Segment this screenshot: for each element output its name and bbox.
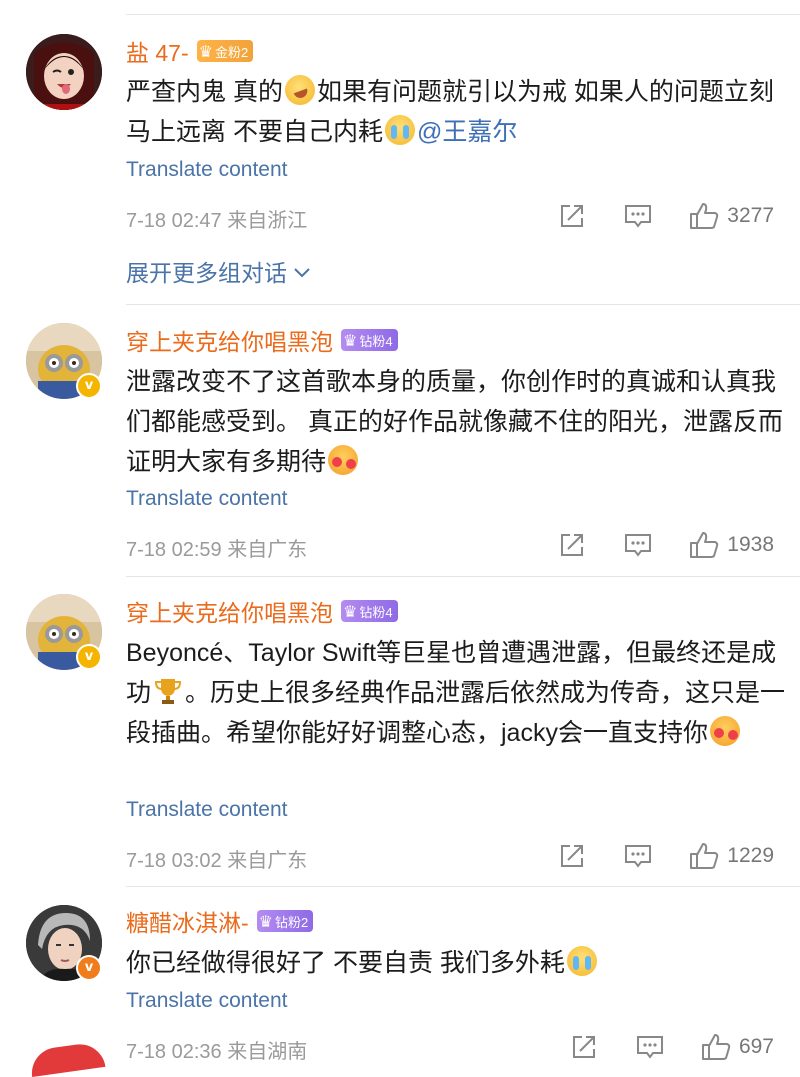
- fan-badge-label: 钻粉2: [275, 914, 309, 930]
- comment-actions: 1229: [557, 839, 774, 873]
- thumbs-up-icon[interactable]: [701, 1032, 731, 1062]
- username[interactable]: 穿上夹克给你唱黑泡: [126, 323, 333, 357]
- comment-actions: 697: [569, 1030, 774, 1064]
- divider: [126, 576, 800, 577]
- username[interactable]: 穿上夹克给你唱黑泡: [126, 594, 333, 628]
- kiss-emoji-icon: [328, 445, 359, 475]
- fan-badge-label: 金粉2: [214, 44, 249, 60]
- next-avatar-fragment: [28, 1040, 106, 1077]
- trophy-emoji-icon: [153, 676, 183, 706]
- fan-badge-label: 钻粉4: [359, 604, 393, 620]
- username[interactable]: 糖醋冰淇淋-: [126, 904, 249, 938]
- share-icon[interactable]: [557, 841, 587, 871]
- comment-text-part: 你已经做得很好了 不要自责 我们多外耗: [126, 949, 565, 977]
- comment-text-part: 。历史上很多经典作品泄露后依然成为传奇，这只是一段插曲。希望你能好好调整心态，j…: [126, 679, 786, 747]
- like-count: 3277: [727, 204, 774, 227]
- expand-replies-link[interactable]: 展开更多组对话: [126, 254, 311, 288]
- laugh-cry-emoji-icon: [280, 70, 320, 110]
- divider: [126, 304, 800, 305]
- crown-icon: ♛: [343, 601, 358, 621]
- comment-header: 糖醋冰淇淋- ♛ 钻粉2: [126, 904, 314, 938]
- verified-icon: v: [76, 373, 102, 399]
- comment-actions: 3277: [557, 199, 774, 233]
- like-count: 697: [738, 1035, 774, 1058]
- verified-icon: v: [76, 955, 102, 981]
- mention-link[interactable]: @王嘉尔: [417, 118, 517, 146]
- cry-emoji-icon: [384, 115, 415, 145]
- fan-badge[interactable]: ♛ 金粉2: [196, 40, 254, 62]
- share-icon[interactable]: [557, 201, 587, 231]
- comment-meta: 7-18 03:02 来自广东: [126, 850, 308, 872]
- verified-icon: v: [76, 644, 102, 670]
- cry-emoji-icon: [566, 946, 597, 976]
- comment-actions: 1938: [557, 528, 774, 562]
- fan-badge[interactable]: ♛ 钻粉4: [341, 329, 398, 351]
- crown-icon: ♛: [343, 330, 358, 350]
- comment-header: 盐 47- ♛ 金粉2: [126, 34, 254, 68]
- divider: [126, 14, 800, 15]
- thumbs-up-icon[interactable]: [689, 530, 719, 560]
- kiss-emoji-icon: [709, 716, 740, 746]
- comment-icon[interactable]: [623, 201, 653, 231]
- like-count: 1229: [727, 844, 774, 867]
- fan-badge[interactable]: ♛ 钻粉2: [256, 910, 314, 932]
- thumbs-up-icon[interactable]: [689, 201, 719, 231]
- translate-link[interactable]: Translate content: [126, 158, 287, 182]
- share-icon[interactable]: [569, 1032, 599, 1062]
- comment-text: 严查内鬼 真的 如果有问题就引以为戒 如果人的问题立刻马上远离 不要自己内耗 @王嘉…: [126, 70, 786, 152]
- comment-text-part: 泄露改变不了这首歌本身的质量，你创作时的真诚和认真我们都能感受到。 真正的好作品…: [126, 368, 783, 476]
- comment-icon[interactable]: [623, 530, 653, 560]
- divider: [126, 886, 800, 887]
- avatar[interactable]: [26, 34, 102, 110]
- chevron-down-icon: [293, 258, 311, 285]
- translate-link[interactable]: Translate content: [126, 989, 287, 1013]
- comment-meta: 7-18 02:59 来自广东: [126, 539, 308, 561]
- comment-text: 泄露改变不了这首歌本身的质量，你创作时的真诚和认真我们都能感受到。 真正的好作品…: [126, 362, 786, 482]
- avatar[interactable]: v: [26, 594, 102, 670]
- translate-link[interactable]: Translate content: [126, 798, 287, 822]
- comment-text-part: 严查内鬼 真的: [126, 78, 283, 106]
- expand-replies-label: 展开更多组对话: [126, 260, 287, 286]
- comment-header: 穿上夹克给你唱黑泡 ♛ 钻粉4: [126, 596, 398, 626]
- comment-icon[interactable]: [623, 841, 653, 871]
- username[interactable]: 盐 47-: [126, 34, 189, 68]
- thumbs-up-icon[interactable]: [689, 841, 719, 871]
- fan-badge[interactable]: ♛ 钻粉4: [341, 600, 398, 622]
- comment-text: 你已经做得很好了 不要自责 我们多外耗: [126, 943, 786, 983]
- comment-header: 穿上夹克给你唱黑泡 ♛ 钻粉4: [126, 325, 398, 355]
- comment-icon[interactable]: [635, 1032, 665, 1062]
- crown-icon: ♛: [198, 41, 213, 61]
- crown-icon: ♛: [258, 911, 274, 931]
- avatar[interactable]: v: [26, 905, 102, 981]
- fan-badge-label: 钻粉4: [359, 333, 393, 349]
- translate-link[interactable]: Translate content: [126, 487, 287, 511]
- comment-text: Beyoncé、Taylor Swift等巨星也曾遭遇泄露，但最终还是成功 。历史…: [126, 633, 786, 753]
- avatar[interactable]: v: [26, 323, 102, 399]
- comment-meta: 7-18 02:47 来自浙江: [126, 210, 308, 232]
- share-icon[interactable]: [557, 530, 587, 560]
- like-count: 1938: [727, 533, 774, 556]
- comment-meta: 7-18 02:36 来自湖南: [126, 1041, 308, 1063]
